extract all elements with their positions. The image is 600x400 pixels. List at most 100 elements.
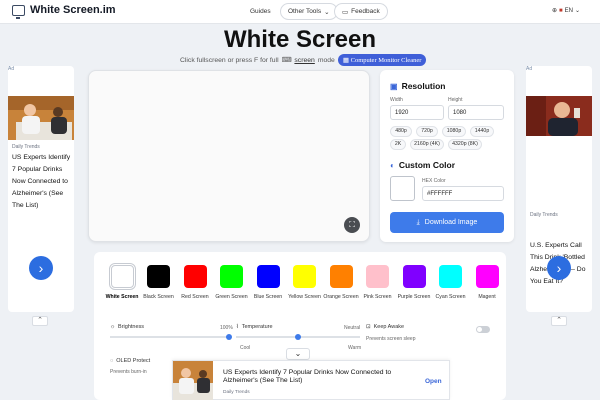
color-swatch[interactable] xyxy=(390,176,415,201)
other-tools-dropdown[interactable]: Other Tools ⌄ xyxy=(280,3,338,20)
color-preset-yellow-screen[interactable]: Yellow Screen xyxy=(285,265,325,300)
color-label: Orange Screen xyxy=(323,294,359,300)
bottom-ad[interactable]: US Experts Identify 7 Popular Drinks Now… xyxy=(172,360,450,400)
color-label: Magent xyxy=(478,294,496,300)
ad-image[interactable] xyxy=(526,96,592,136)
download-button[interactable]: ⤓ Download Image xyxy=(390,212,504,233)
color-swatch[interactable] xyxy=(147,265,170,288)
preset-8k[interactable]: 4320p (8K) xyxy=(448,139,482,150)
ad-open-button[interactable]: Open xyxy=(425,378,442,385)
chevron-right-icon[interactable]: › xyxy=(29,256,53,280)
subtitle-text-end: mode xyxy=(317,56,335,64)
temperature-warm: Warm xyxy=(348,345,362,351)
ad-headline[interactable]: US Experts Identify 7 Popular Drinks Now… xyxy=(223,369,398,385)
screen-preview[interactable]: ⛶ xyxy=(88,70,370,242)
download-label: Download Image xyxy=(424,219,478,226)
preset-720p[interactable]: 720p xyxy=(416,126,438,137)
page-title: White Screen xyxy=(223,26,377,53)
brand-name: White Screen.im xyxy=(30,4,116,16)
color-preset-pink-screen[interactable]: Pink Screen xyxy=(358,265,398,300)
color-swatch[interactable] xyxy=(475,265,499,288)
color-swatch[interactable] xyxy=(439,265,462,288)
collapse-ad-button[interactable]: ⌃ xyxy=(32,316,48,326)
chat-icon: ▭ xyxy=(342,8,349,16)
custom-color-title: Custom Color xyxy=(398,160,456,170)
width-input[interactable]: 1920 xyxy=(390,105,444,120)
hex-label: HEX Color xyxy=(422,178,446,184)
temperature-neutral: Neutral xyxy=(344,325,361,331)
brightness-knob[interactable] xyxy=(226,334,232,340)
color-preset-magent[interactable]: Magent xyxy=(467,265,506,300)
color-presets: White Screen Black Screen Red Screen Green … xyxy=(94,263,506,305)
temperature-label: Temperature xyxy=(241,324,273,330)
color-preset-purple-screen[interactable]: Purple Screen xyxy=(394,265,434,300)
height-input[interactable]: 1080 xyxy=(448,105,504,120)
preset-480p[interactable]: 480p xyxy=(390,126,412,137)
chevron-right-icon[interactable]: › xyxy=(547,256,571,280)
color-swatch[interactable] xyxy=(220,265,243,288)
palette-icon: ◐ xyxy=(390,160,395,170)
page-subtitle: Click fullscreen or press F for full ⌨ s… xyxy=(180,54,427,66)
collapse-ad-button[interactable]: ⌃ xyxy=(551,316,567,326)
color-swatch[interactable] xyxy=(366,265,389,288)
color-preset-black-screen[interactable]: Black Screen xyxy=(139,265,179,300)
width-label: Width xyxy=(390,97,403,103)
resolution-heading: ▣ Resolution xyxy=(390,81,445,91)
color-label: Red Screen xyxy=(181,294,209,300)
keep-awake-control: ⊡ Keep Awake xyxy=(366,324,404,330)
ad-source: Daily Trends xyxy=(530,212,558,218)
preset-1080p[interactable]: 1080p xyxy=(442,126,466,137)
left-ad[interactable]: Ad Daily Trends US Experts Identify 7 Po… xyxy=(8,66,74,312)
brightness-control: ☼ Brightness xyxy=(110,324,144,330)
globe-icon: ⊕ xyxy=(552,8,558,14)
keep-awake-label: Keep Awake xyxy=(373,324,405,330)
temperature-knob[interactable] xyxy=(295,334,301,340)
nav-guides-link[interactable]: Guides xyxy=(250,8,271,15)
keyboard-icon: ⌨ xyxy=(281,57,292,64)
color-swatch[interactable] xyxy=(329,265,353,288)
brightness-slider[interactable] xyxy=(110,336,230,338)
color-swatch[interactable] xyxy=(293,265,316,288)
flag-icon: ■ xyxy=(559,7,563,14)
oled-desc: Prevents burn-in xyxy=(110,369,147,375)
color-label: Pink Screen xyxy=(363,294,392,300)
preset-1440p[interactable]: 1440p xyxy=(470,126,494,137)
custom-color-heading: ◐ Custom Color xyxy=(390,160,455,170)
hex-input[interactable]: #FFFFFF xyxy=(422,186,504,201)
thermometer-icon: ⌇ xyxy=(236,324,239,330)
preset-2k[interactable]: 2K xyxy=(390,139,406,150)
color-label: White Screen xyxy=(105,294,139,300)
right-ad[interactable]: Ad Daily Trends U.S. Experts Call This D… xyxy=(526,66,592,312)
feedback-button[interactable]: ▭ Feedback xyxy=(334,3,388,20)
chevron-down-icon: ⌄ xyxy=(575,8,581,14)
color-preset-white-screen[interactable]: White Screen xyxy=(102,263,142,300)
color-swatch[interactable] xyxy=(183,265,207,288)
preset-4k[interactable]: 2160p (4K) xyxy=(410,139,444,150)
subtitle-text: Click fullscreen or press F for full xyxy=(180,56,279,64)
screen-link[interactable]: screen xyxy=(294,57,314,64)
ad-source: Daily Trends xyxy=(12,144,40,150)
color-preset-green-screen[interactable]: Green Screen xyxy=(212,265,252,300)
language-selector[interactable]: ⊕ ■ EN ⌄ xyxy=(552,7,581,15)
monitor-cleaner-badge[interactable]: ▦ Computer Monitor Cleaner xyxy=(337,54,427,66)
oled-label: OLED Protect xyxy=(116,358,151,364)
brand-logo[interactable]: White Screen.im xyxy=(12,4,116,19)
fullscreen-icon[interactable]: ⛶ xyxy=(344,217,360,233)
expand-controls-button[interactable]: ⌄ xyxy=(286,348,310,360)
ad-headline[interactable]: US Experts Identify 7 Popular Drinks Now… xyxy=(12,152,72,212)
keep-awake-toggle[interactable] xyxy=(476,326,490,333)
color-preset-orange-screen[interactable]: Orange Screen xyxy=(321,265,361,300)
color-label: Black Screen xyxy=(143,294,174,300)
color-preset-cyan-screen[interactable]: Cyan Screen xyxy=(431,265,471,300)
color-swatch[interactable] xyxy=(256,265,280,288)
ad-image[interactable] xyxy=(173,361,213,400)
color-preset-blue-screen[interactable]: Blue Screen xyxy=(248,265,288,300)
color-label: Blue Screen xyxy=(253,294,283,300)
color-swatch[interactable] xyxy=(402,265,426,288)
color-preset-red-screen[interactable]: Red Screen xyxy=(175,265,215,300)
other-tools-label: Other Tools xyxy=(288,8,322,15)
oled-control: ◌ OLED Protect xyxy=(110,358,150,364)
color-label: Green Screen xyxy=(215,294,248,300)
color-swatch[interactable] xyxy=(108,263,136,290)
ad-image[interactable] xyxy=(8,96,74,140)
